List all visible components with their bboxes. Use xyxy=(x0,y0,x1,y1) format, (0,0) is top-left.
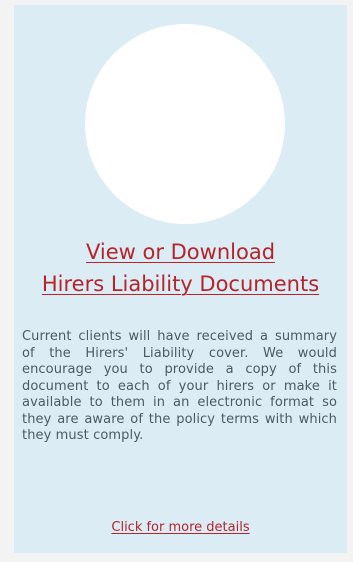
documents-card: View or Download Hirers Liability Docume… xyxy=(14,5,347,553)
more-details-link[interactable]: Click for more details xyxy=(14,520,347,535)
card-description: Current clients will have received a sum… xyxy=(22,329,337,443)
heading-line-2: Hirers Liability Documents xyxy=(41,272,320,296)
view-download-documents-link[interactable]: View or Download Hirers Liability Docume… xyxy=(14,236,347,300)
document-image-placeholder xyxy=(85,24,285,224)
heading-line-1: View or Download xyxy=(85,240,276,264)
